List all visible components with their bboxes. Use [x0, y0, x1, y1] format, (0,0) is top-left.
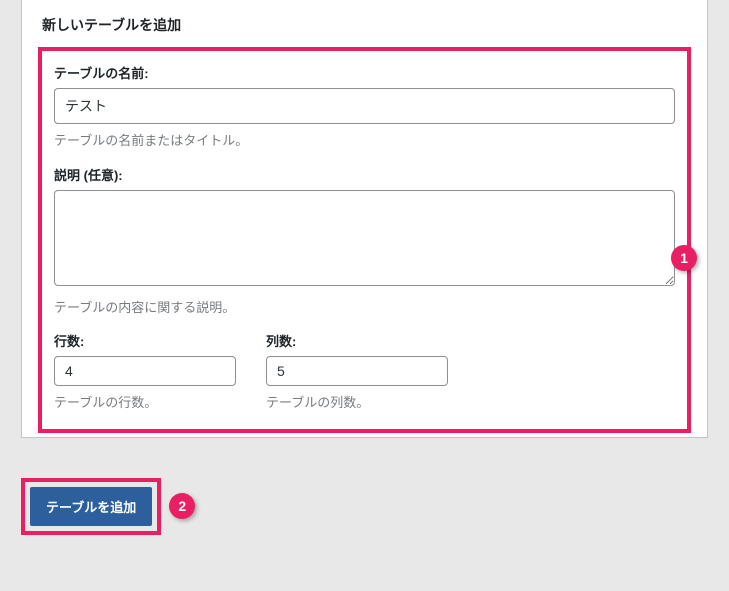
cols-input[interactable] — [266, 356, 448, 386]
annotation-badge-2: 2 — [169, 493, 195, 519]
name-label: テーブルの名前: — [54, 63, 675, 82]
rows-label: 行数: — [54, 331, 236, 350]
rows-input[interactable] — [54, 356, 236, 386]
annotation-highlight-2: テーブルを追加 — [21, 478, 161, 535]
add-table-button[interactable]: テーブルを追加 — [30, 487, 152, 526]
add-table-panel: 新しいテーブルを追加 テーブルの名前: テーブルの名前またはタイトル。 説明 (… — [21, 0, 708, 438]
field-group-description: 説明 (任意): テーブルの内容に関する説明。 — [54, 165, 675, 318]
annotation-highlight-1: テーブルの名前: テーブルの名前またはタイトル。 説明 (任意): テーブルの内… — [38, 47, 691, 433]
field-group-rows: 行数: テーブルの行数。 — [54, 331, 236, 413]
panel-title: 新しいテーブルを追加 — [22, 0, 707, 47]
cols-label: 列数: — [266, 331, 448, 350]
table-name-input[interactable] — [54, 88, 675, 124]
rowcol-row: 行数: テーブルの行数。 列数: テーブルの列数。 — [54, 331, 675, 413]
table-description-input[interactable] — [54, 190, 675, 286]
submit-area: テーブルを追加 2 — [21, 478, 729, 535]
cols-help-text: テーブルの列数。 — [266, 393, 448, 413]
field-group-name: テーブルの名前: テーブルの名前またはタイトル。 — [54, 63, 675, 151]
description-help-text: テーブルの内容に関する説明。 — [54, 298, 675, 318]
name-help-text: テーブルの名前またはタイトル。 — [54, 131, 675, 151]
description-label: 説明 (任意): — [54, 165, 675, 184]
field-group-cols: 列数: テーブルの列数。 — [266, 331, 448, 413]
rows-help-text: テーブルの行数。 — [54, 393, 236, 413]
annotation-badge-1: 1 — [671, 245, 697, 271]
